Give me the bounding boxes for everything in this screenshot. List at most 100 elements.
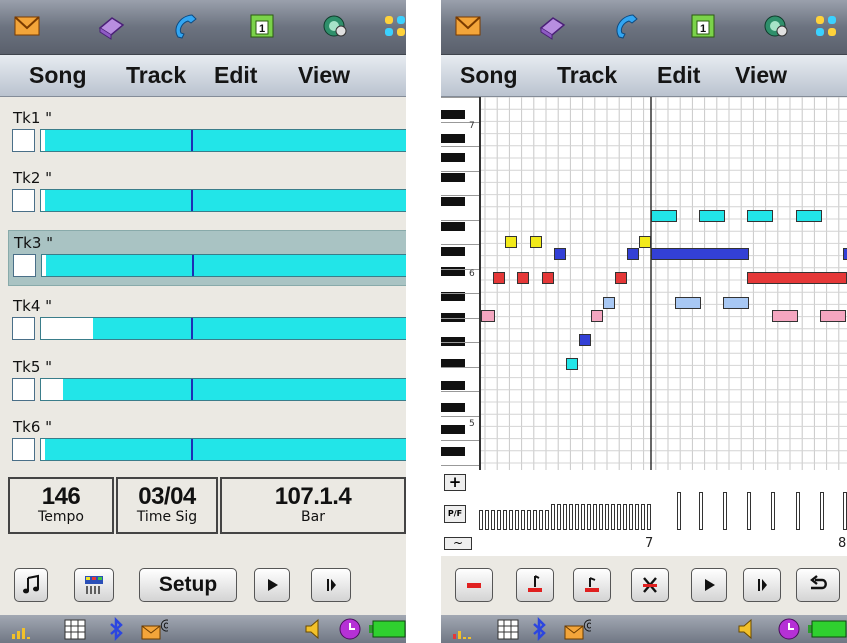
midi-note[interactable] [699,210,725,222]
track-mute-checkbox[interactable] [12,129,35,152]
lengthen-note-button[interactable] [573,568,611,602]
midi-note[interactable] [493,272,505,284]
velocity-bar[interactable] [539,510,543,530]
book-icon[interactable] [96,12,126,40]
velocity-bar[interactable] [515,510,519,530]
midi-note[interactable] [747,272,847,284]
midi-note[interactable] [639,236,651,248]
apps-grid-icon[interactable] [381,12,406,40]
track-row[interactable]: Tk1 " [8,106,406,162]
menu-song[interactable]: Song [29,62,87,89]
menu-view[interactable]: View [735,62,787,89]
track-mute-checkbox[interactable] [12,317,35,340]
velocity-bar[interactable] [605,504,609,530]
menu-edit[interactable]: Edit [657,62,700,89]
velocity-bar[interactable] [587,504,591,530]
velocity-bar[interactable] [677,492,681,530]
shorten-note-button[interactable] [516,568,554,602]
velocity-bar[interactable] [843,492,847,530]
midi-note[interactable] [579,334,591,346]
velocity-bar[interactable] [635,504,639,530]
rewind-button[interactable] [743,568,781,602]
back-button[interactable] [796,568,840,602]
midi-note[interactable] [615,272,627,284]
velocity-bar[interactable] [551,504,555,530]
velocity-bar[interactable] [575,504,579,530]
delete-note-button[interactable] [455,568,493,602]
velocity-bar[interactable] [629,504,633,530]
bar-box[interactable]: 107.1.4 Bar [220,477,406,534]
track-row[interactable]: Tk2 " [8,166,406,222]
mixer-button[interactable] [74,568,114,602]
velocity-bar[interactable] [623,504,627,530]
midi-note[interactable] [627,248,639,260]
velocity-bar[interactable] [485,510,489,530]
midi-note[interactable] [530,236,542,248]
velocity-bar[interactable] [599,504,603,530]
midi-note[interactable] [566,358,578,370]
mail-icon[interactable] [453,12,483,40]
midi-note[interactable] [723,297,749,309]
velocity-bar[interactable] [771,492,775,530]
globe-icon[interactable] [761,12,791,40]
book-icon[interactable] [537,12,567,40]
note-button[interactable] [14,568,48,602]
midi-note[interactable] [675,297,701,309]
track-mute-checkbox[interactable] [13,254,36,277]
velocity-bar[interactable] [563,504,567,530]
velocity-bar[interactable] [699,492,703,530]
velocity-bar[interactable] [479,510,483,530]
velocity-bar[interactable] [527,510,531,530]
midi-note[interactable] [796,210,822,222]
setup-button[interactable]: Setup [139,568,237,602]
menu-song[interactable]: Song [460,62,518,89]
midi-note[interactable] [772,310,798,322]
velocity-lane[interactable]: + P/F ~ 7 8 [441,470,847,556]
velocity-bar[interactable] [796,492,800,530]
midi-note[interactable] [843,248,847,260]
track-row[interactable]: Tk4 " [8,294,406,350]
midi-note[interactable] [591,310,603,322]
mail-icon[interactable] [12,12,42,40]
midi-note[interactable] [820,310,846,322]
menu-edit[interactable]: Edit [214,62,257,89]
track-mute-checkbox[interactable] [12,189,35,212]
track-row-selected[interactable]: Tk3 " [8,230,406,286]
velocity-bar[interactable] [617,504,621,530]
track-row[interactable]: Tk6 " [8,415,406,471]
velocity-bar[interactable] [509,510,513,530]
velocity-bar[interactable] [747,492,751,530]
velocity-bar[interactable] [545,510,549,530]
tempo-box[interactable]: 146 Tempo [8,477,114,534]
velocity-bar[interactable] [533,510,537,530]
velocity-bar[interactable] [647,504,651,530]
velocity-bar[interactable] [581,504,585,530]
velocity-bar[interactable] [503,510,507,530]
midi-note[interactable] [542,272,554,284]
midi-note[interactable] [505,236,517,248]
velocity-bar[interactable] [593,504,597,530]
calendar-icon[interactable]: 1 [688,12,718,40]
velocity-bar[interactable] [569,504,573,530]
velocity-bar[interactable] [820,492,824,530]
piano-roll-grid[interactable]: 7 6 5 [441,97,847,470]
velocity-bar[interactable] [723,492,727,530]
quantize-button[interactable] [631,568,669,602]
menu-track[interactable]: Track [557,62,617,89]
velocity-bar[interactable] [521,510,525,530]
midi-note[interactable] [517,272,529,284]
rewind-button[interactable] [311,568,351,602]
phone-icon[interactable] [170,12,200,40]
play-button[interactable] [691,568,727,602]
menu-track[interactable]: Track [126,62,186,89]
midi-note[interactable] [651,210,677,222]
track-mute-checkbox[interactable] [12,438,35,461]
phone-icon[interactable] [611,12,641,40]
play-button[interactable] [254,568,290,602]
globe-icon[interactable] [320,12,350,40]
track-mute-checkbox[interactable] [12,378,35,401]
track-row[interactable]: Tk5 " [8,355,406,411]
velocity-bar[interactable] [641,504,645,530]
velocity-bar[interactable] [491,510,495,530]
time-sig-box[interactable]: 03/04 Time Sig [116,477,218,534]
